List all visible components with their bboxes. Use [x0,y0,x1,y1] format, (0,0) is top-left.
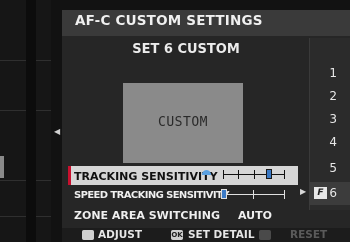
set-detail-hint: SET DETAIL [188,229,255,241]
speed-tracking-slider[interactable] [221,189,285,200]
set-item-4[interactable]: 4 [309,131,350,154]
preview-label: CUSTOM [158,115,208,130]
dial-icon [82,230,94,240]
f-custom-icon: F [314,187,327,199]
slider-tick [253,190,254,199]
page-title: AF-C CUSTOM SETTINGS [75,13,263,29]
custom-preview: CUSTOM [123,83,243,163]
slider-knob[interactable] [266,169,272,179]
right-arrow-icon[interactable]: ▶ [300,187,306,196]
set-item-2[interactable]: 2 [309,85,350,108]
back-arrow-icon[interactable]: ◀ [54,127,60,136]
zone-area-value: AUTO [238,209,272,222]
set-subtitle: SET 6 CUSTOM [132,42,240,57]
set-item-3[interactable]: 3 [309,108,350,131]
slider-tick [284,170,285,179]
slider-tick [284,190,285,199]
menu-column [26,0,36,242]
menu-selection-marker [0,156,4,178]
subject-hint-icon [202,170,211,175]
slider-tick [238,170,239,179]
ok-button-icon: OK [171,230,183,240]
setting-label: SPEED TRACKING SENSITIVITY [74,190,230,201]
setting-label: TRACKING SENSITIVITY [74,170,218,183]
set-item-5[interactable]: 5 [309,157,350,180]
selection-accent [68,166,71,185]
parent-menu-strip [0,0,51,242]
tracking-sensitivity-slider[interactable] [223,169,285,180]
setting-label: ZONE AREA SWITCHING [74,209,220,222]
adjust-hint: ADJUST [98,229,142,241]
slider-knob[interactable] [221,189,227,199]
set-item-1[interactable]: 1 [309,62,350,85]
slider-tick [254,170,255,179]
reset-hint: RESET [290,229,328,241]
slider-tick [223,170,224,179]
trash-icon [259,230,271,240]
